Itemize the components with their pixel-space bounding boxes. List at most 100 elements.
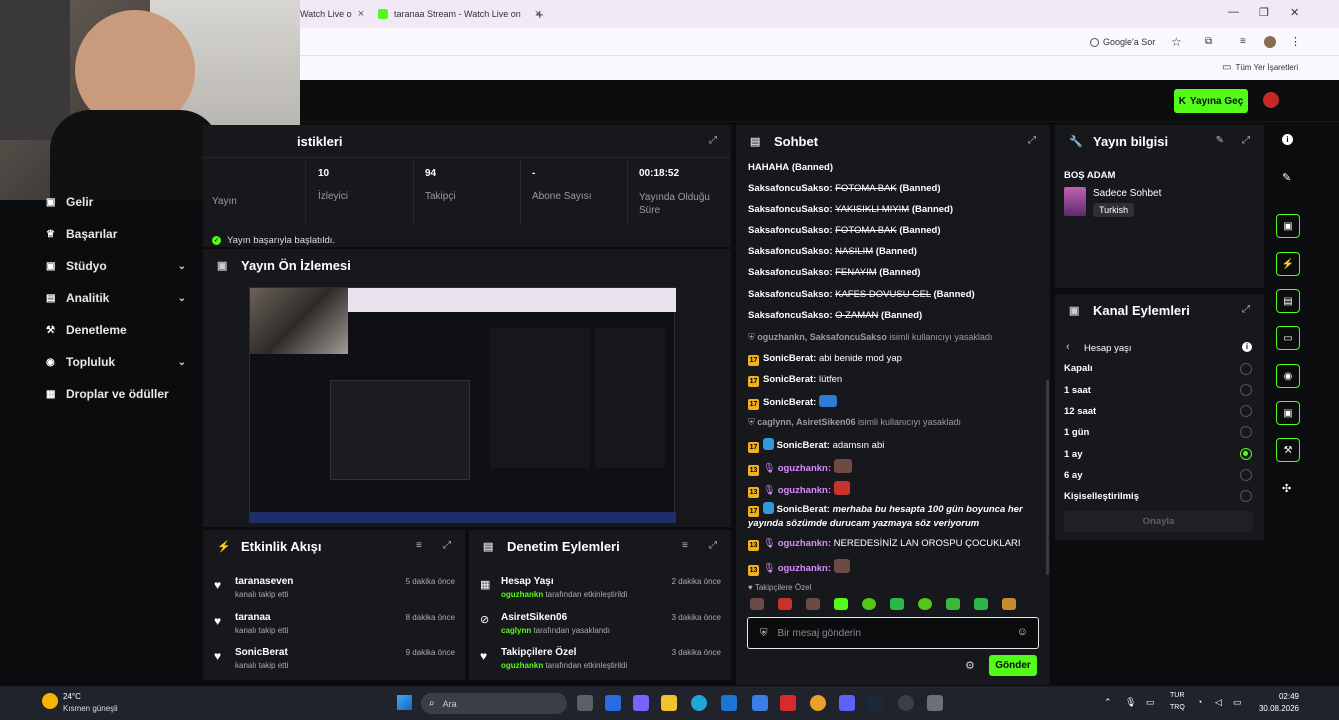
age-option-label[interactable]: 12 saat bbox=[1064, 406, 1096, 417]
chat-username[interactable]: oguzhankn: bbox=[778, 463, 831, 474]
emote-icon[interactable] bbox=[806, 598, 820, 610]
chat-username[interactable]: SaksafoncuSakso: bbox=[748, 204, 832, 215]
radio-off[interactable] bbox=[1240, 363, 1252, 375]
windows-start-icon[interactable] bbox=[397, 695, 412, 710]
info-icon[interactable]: i bbox=[1242, 342, 1252, 352]
volume-icon[interactable]: ◁ bbox=[1215, 697, 1222, 708]
chat-username[interactable]: oguzhankn: bbox=[778, 563, 831, 574]
restore-icon[interactable]: ❐ bbox=[1259, 6, 1269, 19]
chat-input-placeholder[interactable]: Bir mesaj gönderin bbox=[778, 628, 861, 639]
info-icon[interactable]: i bbox=[1282, 134, 1293, 145]
copilot-icon[interactable] bbox=[633, 695, 649, 711]
user-avatar[interactable] bbox=[1263, 92, 1279, 108]
age-option-label[interactable]: 1 gün bbox=[1064, 427, 1089, 438]
star-icon[interactable]: ☆ bbox=[1171, 35, 1182, 49]
send-button[interactable]: Gönder bbox=[989, 655, 1037, 676]
radio-1d[interactable] bbox=[1240, 426, 1252, 438]
mod-actor[interactable]: oguzhankn bbox=[501, 590, 543, 599]
puzzle-icon[interactable]: ✣ bbox=[1282, 482, 1291, 495]
confirm-button[interactable]: Onayla bbox=[1064, 511, 1253, 532]
chat-username[interactable]: oguzhankn: bbox=[778, 485, 831, 496]
expand-icon[interactable]: ⤢ bbox=[1242, 304, 1250, 315]
chat-username[interactable]: SaksafoncuSakso: bbox=[748, 246, 832, 257]
emote-icon[interactable] bbox=[834, 598, 848, 610]
emote-icon[interactable] bbox=[918, 598, 932, 610]
chat-input-box[interactable]: ⛨ Bir mesaj gönderin ☺ bbox=[747, 617, 1039, 649]
profile-avatar[interactable] bbox=[1264, 36, 1276, 48]
expand-icon[interactable]: ⤢ bbox=[1028, 135, 1036, 146]
edit-icon[interactable]: ✎ bbox=[1216, 135, 1224, 146]
browser-tab-active[interactable]: taranaa Stream - Watch Live on × bbox=[378, 4, 541, 24]
age-option-label[interactable]: 1 ay bbox=[1064, 449, 1083, 460]
emote-icon[interactable] bbox=[1002, 598, 1016, 610]
rail-chat-button[interactable]: ▭ bbox=[1276, 326, 1300, 350]
emote-icon[interactable] bbox=[946, 598, 960, 610]
obs-icon[interactable] bbox=[898, 695, 914, 711]
radio-1h[interactable] bbox=[1240, 384, 1252, 396]
chrome-icon[interactable] bbox=[810, 695, 826, 711]
radio-12h[interactable] bbox=[1240, 405, 1252, 417]
file-explorer-icon[interactable] bbox=[661, 695, 677, 711]
sidebar-item-revenue[interactable]: ▣ Gelir bbox=[46, 195, 186, 209]
radio-6mo[interactable] bbox=[1240, 469, 1252, 481]
google-ask-chip[interactable]: Google'a Sor bbox=[1090, 37, 1155, 47]
emote-icon[interactable] bbox=[750, 598, 764, 610]
filter-icon[interactable]: ≡ bbox=[682, 540, 688, 551]
sidebar-item-achievements[interactable]: ♕ Başarılar bbox=[46, 227, 186, 241]
extensions-icon[interactable]: ⧉ bbox=[1205, 36, 1212, 47]
age-option-label[interactable]: 6 ay bbox=[1064, 470, 1083, 481]
chat-settings-gear-icon[interactable]: ⚙ bbox=[965, 659, 975, 672]
taskbar-search[interactable]: ⌕ Ara bbox=[421, 693, 567, 714]
input-lang-1[interactable]: TUR bbox=[1170, 692, 1184, 699]
mod-actor[interactable]: caglynn bbox=[501, 626, 531, 635]
close-tab-icon[interactable]: × bbox=[358, 8, 364, 20]
chat-username[interactable]: SaksafoncuSakso: bbox=[748, 225, 832, 236]
network-icon[interactable]: ▭ bbox=[1146, 697, 1155, 708]
emoji-icon[interactable]: ☺ bbox=[1017, 626, 1028, 638]
sidebar-item-studio[interactable]: ▣ Stüdyo ⌄ bbox=[46, 259, 186, 273]
edge-icon[interactable] bbox=[691, 695, 707, 711]
app-icon[interactable] bbox=[605, 695, 621, 711]
browser-menu-icon[interactable]: ⋮ bbox=[1290, 35, 1301, 48]
radio-1mo-selected[interactable] bbox=[1240, 448, 1252, 460]
clock-time[interactable]: 02:49 bbox=[1259, 692, 1299, 701]
steam-icon[interactable] bbox=[867, 695, 883, 711]
age-option-label[interactable]: Kapalı bbox=[1064, 363, 1093, 374]
browser-tab[interactable]: Watch Live o × bbox=[300, 4, 364, 24]
clock-date[interactable]: 30.08.2026 bbox=[1253, 704, 1299, 713]
expand-icon[interactable]: ⤢ bbox=[709, 135, 717, 146]
app-icon[interactable] bbox=[752, 695, 768, 711]
chat-username[interactable]: SaksafoncuSakso: bbox=[748, 267, 832, 278]
all-bookmarks-button[interactable]: ▭ Tüm Yer İşaretleri bbox=[1222, 62, 1298, 73]
app-icon[interactable] bbox=[780, 695, 796, 711]
tray-chevron-icon[interactable]: ⌃ bbox=[1104, 697, 1112, 708]
rail-list-button[interactable]: ▤ bbox=[1276, 289, 1300, 313]
chat-username[interactable]: SonicBerat: bbox=[777, 440, 830, 451]
expand-icon[interactable]: ⤢ bbox=[709, 540, 717, 551]
chat-scrollbar[interactable] bbox=[1046, 380, 1049, 575]
emote-icon[interactable] bbox=[890, 598, 904, 610]
rail-channel-button[interactable]: ▣ bbox=[1276, 401, 1300, 425]
discord-icon[interactable] bbox=[839, 695, 855, 711]
filter-icon[interactable]: ≡ bbox=[416, 540, 422, 551]
edit-icon[interactable]: ✎ bbox=[1282, 171, 1291, 184]
category-name[interactable]: Sadece Sohbet bbox=[1093, 188, 1161, 199]
emote-icon[interactable] bbox=[778, 598, 792, 610]
sidebar-item-community[interactable]: ◉ Topluluk ⌄ bbox=[46, 355, 186, 369]
chat-username[interactable]: SaksafoncuSakso: bbox=[748, 183, 832, 194]
task-view-icon[interactable] bbox=[577, 695, 593, 711]
event-name[interactable]: taranaseven bbox=[235, 576, 293, 587]
close-window-icon[interactable]: ✕ bbox=[1290, 6, 1299, 19]
back-chevron-icon[interactable]: ‹ bbox=[1066, 341, 1070, 353]
expand-icon[interactable]: ⤢ bbox=[443, 540, 451, 551]
chat-username[interactable]: SonicBerat: bbox=[777, 504, 830, 515]
chat-username[interactable]: SonicBerat: bbox=[763, 374, 816, 385]
rail-activity-button[interactable]: ⚡ bbox=[1276, 252, 1300, 276]
store-icon[interactable] bbox=[721, 695, 737, 711]
input-lang-2[interactable]: TRQ bbox=[1170, 704, 1185, 711]
minimize-icon[interactable]: — bbox=[1228, 6, 1239, 18]
chat-username[interactable]: SonicBerat: bbox=[763, 353, 816, 364]
sidebar-item-drops[interactable]: ▦ Droplar ve ödüller bbox=[46, 387, 186, 401]
app-icon[interactable] bbox=[927, 695, 943, 711]
mod-actor[interactable]: oguzhankn bbox=[501, 661, 543, 670]
